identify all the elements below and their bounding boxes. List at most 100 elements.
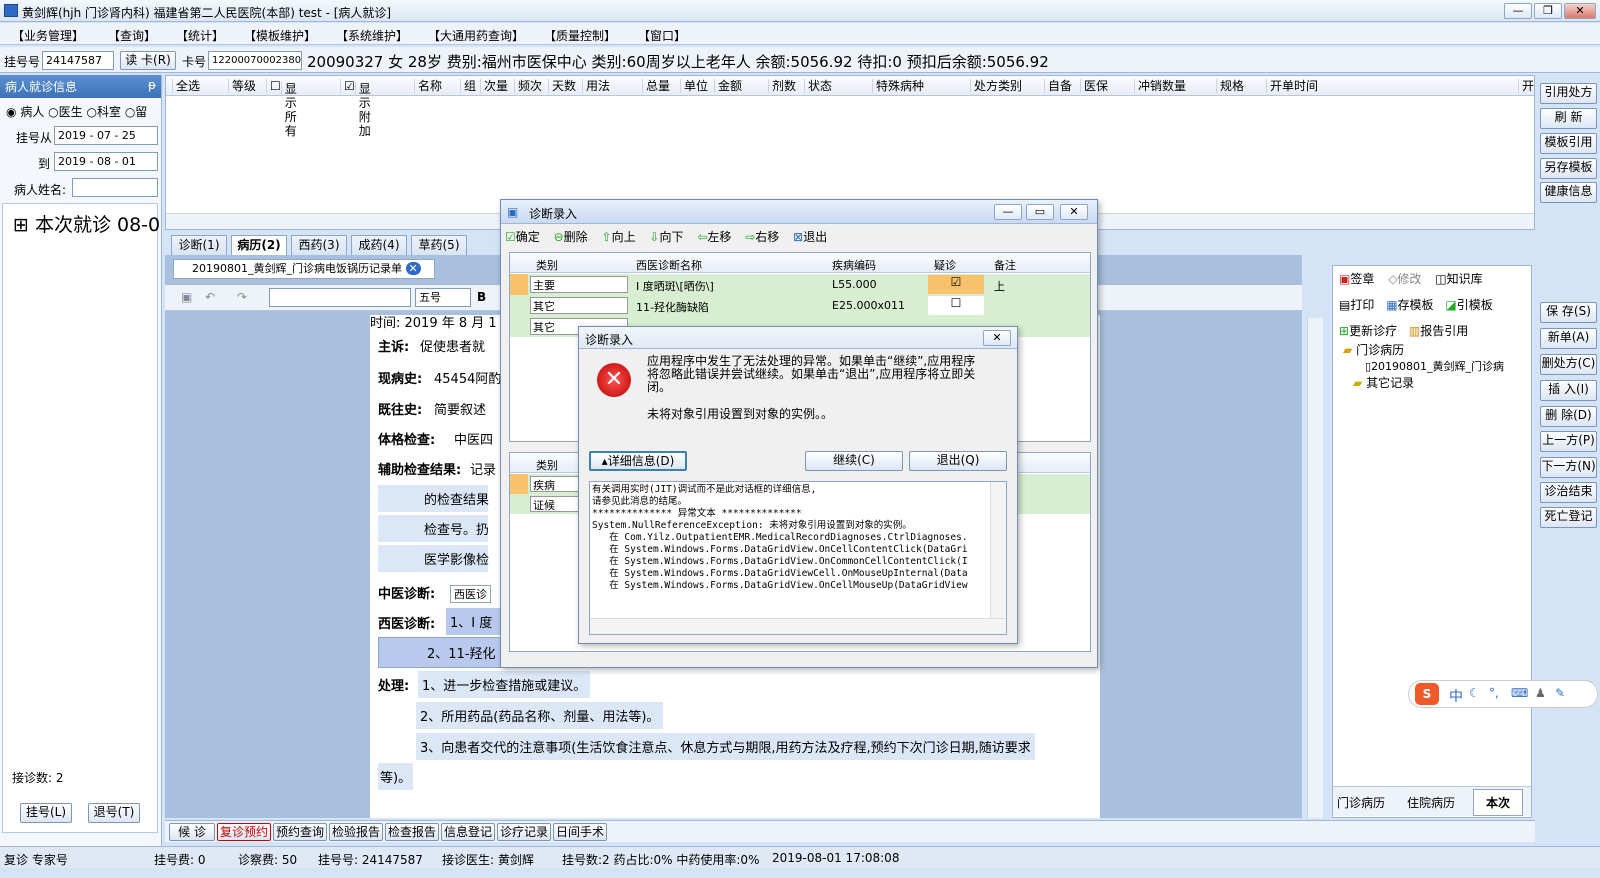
aux-text-3[interactable]: 检查号。扔 (378, 515, 489, 542)
card-no-input[interactable]: 1220007000238099 (208, 51, 302, 70)
minimize-button[interactable]: — (1504, 3, 1532, 19)
diag-name-cell[interactable]: 11-羟化酶缺陷 (636, 299, 709, 315)
menu-window[interactable]: 【窗口】 (638, 27, 686, 44)
tree-child[interactable]: ▯20190801_黄剑辉_门诊病 (1365, 358, 1525, 374)
appointment-query-button[interactable]: 预约查询 (273, 823, 327, 841)
exam-text[interactable]: 中医四 (454, 429, 493, 448)
menu-query[interactable]: 【查询】 (108, 27, 156, 44)
table-row[interactable]: 其它 11-羟化酶缺陷 E25.000x011 ☐ (510, 295, 1090, 316)
death-register-button[interactable]: 死亡登记 (1540, 507, 1597, 528)
delete-diag-button[interactable]: 删除 (564, 230, 588, 244)
bold-icon[interactable]: B (477, 290, 486, 304)
moon-icon[interactable]: ☾ (1469, 686, 1480, 700)
health-info-button[interactable]: 健康信息 (1540, 182, 1597, 203)
next-rx-button[interactable]: 下一方(N) (1540, 457, 1597, 478)
col-show-extra[interactable]: ☑ 显示附加 (340, 79, 371, 138)
move-right-button[interactable]: 右移 (755, 230, 779, 244)
tab-outpatient[interactable]: 门诊病历 (1337, 794, 1385, 811)
restore-button[interactable]: ❐ (1534, 3, 1562, 19)
read-card-button[interactable]: 读 卡(R) (120, 51, 176, 70)
details-hscrollbar[interactable] (590, 618, 1006, 634)
col-show-all[interactable]: ☐ 显示所有 (266, 79, 297, 138)
aux-text-4[interactable]: 医学影像检 (378, 545, 489, 572)
past-text[interactable]: 简要叙述 (434, 399, 486, 418)
wrench-icon[interactable]: ✎ (1555, 686, 1565, 700)
radio-patient[interactable]: ◉ (6, 105, 16, 119)
tab-herbal[interactable]: 草药(5) (411, 235, 467, 255)
cite-template-button[interactable]: 模板引用 (1540, 133, 1597, 154)
exam-report-button[interactable]: 检查报告 (385, 823, 439, 841)
menu-business[interactable]: 【业务管理】 (12, 27, 84, 44)
tree-item-current[interactable]: ⊞ 本次就诊 08-0 (13, 210, 160, 237)
reg-no-input[interactable]: 24147587 (42, 51, 114, 70)
tab-patent[interactable]: 成药(4) (351, 235, 407, 255)
present-text[interactable]: 45454阿酌 (434, 368, 501, 387)
category-select[interactable]: 其它 (530, 297, 628, 314)
update-button[interactable]: 更新诊疗 (1349, 324, 1397, 338)
user-icon[interactable]: ♟ (1535, 686, 1546, 700)
details-vscrollbar[interactable] (990, 482, 1006, 618)
sign-button[interactable]: 签章 (1350, 272, 1374, 286)
continue-button[interactable]: 继续(C) (805, 451, 903, 471)
revisit-button[interactable]: 复诊预约 (217, 823, 271, 841)
refresh-button[interactable]: 刷 新 (1540, 108, 1597, 129)
new-button[interactable]: 新单(A) (1540, 328, 1597, 349)
treatment-record-button[interactable]: 诊疗记录 (497, 823, 551, 841)
tab-diagnosis[interactable]: 诊断(1) (171, 235, 227, 255)
diag-name-cell[interactable]: I 度晒斑\[晒伤\] (636, 278, 714, 294)
suspect-checkbox[interactable]: ☐ (928, 296, 984, 315)
day-surgery-button[interactable]: 日间手术 (553, 823, 607, 841)
ime-mode[interactable]: 中 (1449, 686, 1463, 706)
to-date-picker[interactable]: 2019 - 08 - 01 (54, 152, 158, 171)
diag-close-button[interactable]: ✕ (1060, 204, 1088, 220)
diag-maximize-button[interactable]: ▭ (1026, 204, 1054, 220)
lab-report-button[interactable]: 检验报告 (329, 823, 383, 841)
col-select-all[interactable]: 全选 (172, 79, 200, 93)
prev-rx-button[interactable]: 上一方(P) (1540, 431, 1597, 452)
close-doc-icon[interactable]: ✕ (405, 262, 421, 275)
suspect-checkbox[interactable]: ☑ (928, 275, 984, 294)
row-selector[interactable] (510, 474, 528, 494)
treat-item-2[interactable]: 2、所用药品(药品名称、剂量、用法等)。 (416, 702, 664, 729)
radio-doctor[interactable]: ○ (48, 105, 58, 119)
row-selector[interactable] (510, 274, 528, 295)
cite-template-link[interactable]: 引模板 (1457, 298, 1493, 312)
error-close-button[interactable]: ✕ (983, 330, 1011, 346)
radio-dept[interactable]: ○ (86, 105, 96, 119)
kb-button[interactable]: 知识库 (1447, 272, 1483, 286)
keyboard-icon[interactable]: ⌨ (1511, 686, 1528, 700)
register-button[interactable]: 挂号(L) (20, 803, 72, 823)
ime-toolbar[interactable]: S 中 ☾ °, ⌨ ♟ ✎ (1408, 680, 1598, 708)
cite-rx-button[interactable]: 引用处方 (1540, 83, 1597, 104)
punct-icon[interactable]: °, (1489, 686, 1499, 700)
tab-inpatient[interactable]: 住院病历 (1407, 794, 1455, 811)
close-button[interactable]: ✕ (1564, 3, 1596, 19)
quit-button[interactable]: 退出(Q) (909, 451, 1007, 471)
save-icon[interactable]: ▣ (181, 290, 192, 304)
insert-button[interactable]: 插 入(I) (1540, 380, 1597, 401)
unregister-button[interactable]: 退号(T) (88, 803, 140, 823)
font-size-select[interactable]: 五号 (415, 288, 471, 307)
save-button[interactable]: 保 存(S) (1540, 302, 1597, 323)
aux-text-2[interactable]: 的检查结果 (378, 485, 489, 512)
tab-current[interactable]: 本次 (1473, 789, 1524, 816)
delete-button[interactable]: 删 除(D) (1540, 406, 1597, 427)
category-select[interactable]: 主要 (530, 276, 628, 293)
save-as-template-button[interactable]: 另存模板 (1540, 158, 1597, 179)
doc-tab[interactable]: 20190801_黄剑辉_门诊病电饭锅历记录单 ✕ (173, 259, 435, 279)
page-vscrollbar[interactable] (1307, 318, 1323, 818)
save-template-button[interactable]: 存模板 (1398, 298, 1434, 312)
note-cell[interactable]: 上 (994, 278, 1005, 294)
move-left-button[interactable]: 左移 (707, 230, 731, 244)
print-button[interactable]: 打印 (1350, 298, 1374, 312)
menu-stats[interactable]: 【统计】 (176, 27, 224, 44)
menu-drug-query[interactable]: 【大通用药查询】 (428, 27, 524, 44)
chief-text[interactable]: 促使患者就 (420, 336, 485, 355)
menu-quality[interactable]: 【质量控制】 (544, 27, 616, 44)
patient-name-input[interactable] (72, 178, 158, 197)
error-details-box[interactable]: 有关调用实时(JIT)调试而不是此对话框的详细信息, 请参见此消息的结尾。 ****… (589, 481, 1007, 635)
treat-item-3[interactable]: 3、向患者交代的注意事项(生活饮食注意点、休息方式与期限,用药方法及疗程,预约下… (416, 733, 1035, 760)
report-cite-button[interactable]: 报告引用 (1420, 324, 1468, 338)
waiting-button[interactable]: 候 诊 (169, 823, 215, 841)
finish-button[interactable]: 诊治结束 (1540, 482, 1597, 503)
